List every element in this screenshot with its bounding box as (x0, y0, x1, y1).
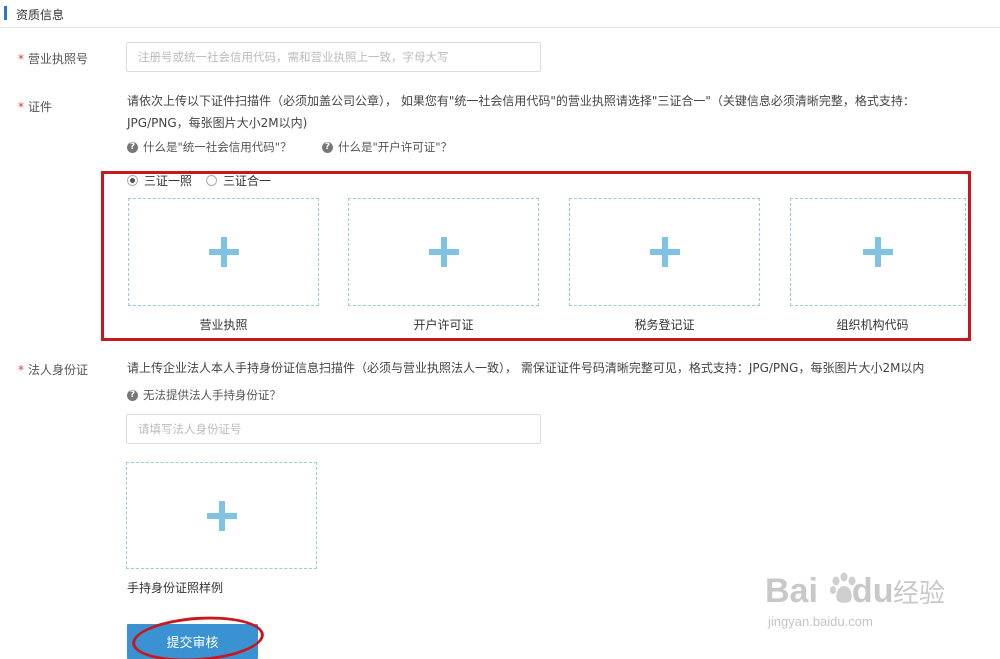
required-mark: * (18, 363, 24, 377)
question-icon: ? (127, 389, 138, 401)
required-mark: * (18, 100, 24, 114)
required-mark: * (18, 52, 24, 66)
watermark-cn: 经验 (893, 578, 946, 608)
question-icon: ? (322, 141, 333, 153)
section-title: 资质信息 (16, 8, 65, 22)
help-no-legal-id-link[interactable]: ? 无法提供法人手持身份证？ (127, 387, 281, 403)
help-credit-code-text: 什么是"统一社会信用代码"？ (143, 140, 292, 154)
help-credit-code-link[interactable]: ? 什么是"统一社会信用代码"？ (127, 139, 292, 155)
certs-label: * 证件 (18, 98, 52, 115)
legal-id-label-text: 法人身份证 (28, 363, 89, 377)
license-no-input[interactable]: 注册号或统一社会信用代码，需和营业执照上一致，字母大写 (126, 42, 541, 72)
highlight-annotation-box (101, 171, 971, 341)
question-icon: ? (127, 141, 138, 153)
handheld-id-sample-caption: 手持身份证照样例 (127, 581, 224, 595)
watermark-url: jingyan.baidu.com (768, 614, 873, 629)
legal-id-label: * 法人身份证 (18, 361, 88, 378)
certs-description-line-1: 请依次上传以下证件扫描件（必须加盖公司公章）， 如果您有"统一社会信用代码"的营… (127, 94, 915, 108)
help-account-permit-text: 什么是"开户许可证"？ (338, 140, 453, 154)
section-header (0, 0, 1000, 28)
certs-label-text: 证件 (28, 100, 53, 114)
watermark-brand-suffix: du (851, 572, 894, 610)
legal-id-description: 请上传企业法人本人手持身份证信息扫描件（必须与营业执照法人一致）， 需保证证件号… (127, 361, 925, 375)
legal-id-input[interactable]: 请填写法人身份证号 (126, 414, 541, 444)
license-no-label: * 营业执照号 (18, 50, 88, 67)
watermark-brand: Bai (765, 572, 818, 610)
plus-icon (206, 500, 237, 531)
license-no-placeholder: 注册号或统一社会信用代码，需和营业执照上一致，字母大写 (138, 50, 449, 64)
legal-id-placeholder: 请填写法人身份证号 (138, 422, 242, 436)
license-no-label-text: 营业执照号 (28, 52, 89, 66)
help-no-legal-id-text: 无法提供法人手持身份证？ (143, 388, 281, 402)
upload-handheld-id[interactable] (126, 462, 317, 569)
section-accent-bar (4, 6, 7, 20)
help-account-permit-link[interactable]: ? 什么是"开户许可证"？ (322, 139, 452, 155)
baidu-watermark: Bai du 经验 (765, 570, 945, 614)
certs-description-line-2: JPG/PNG，每张图片大小2M以内) (127, 116, 308, 130)
